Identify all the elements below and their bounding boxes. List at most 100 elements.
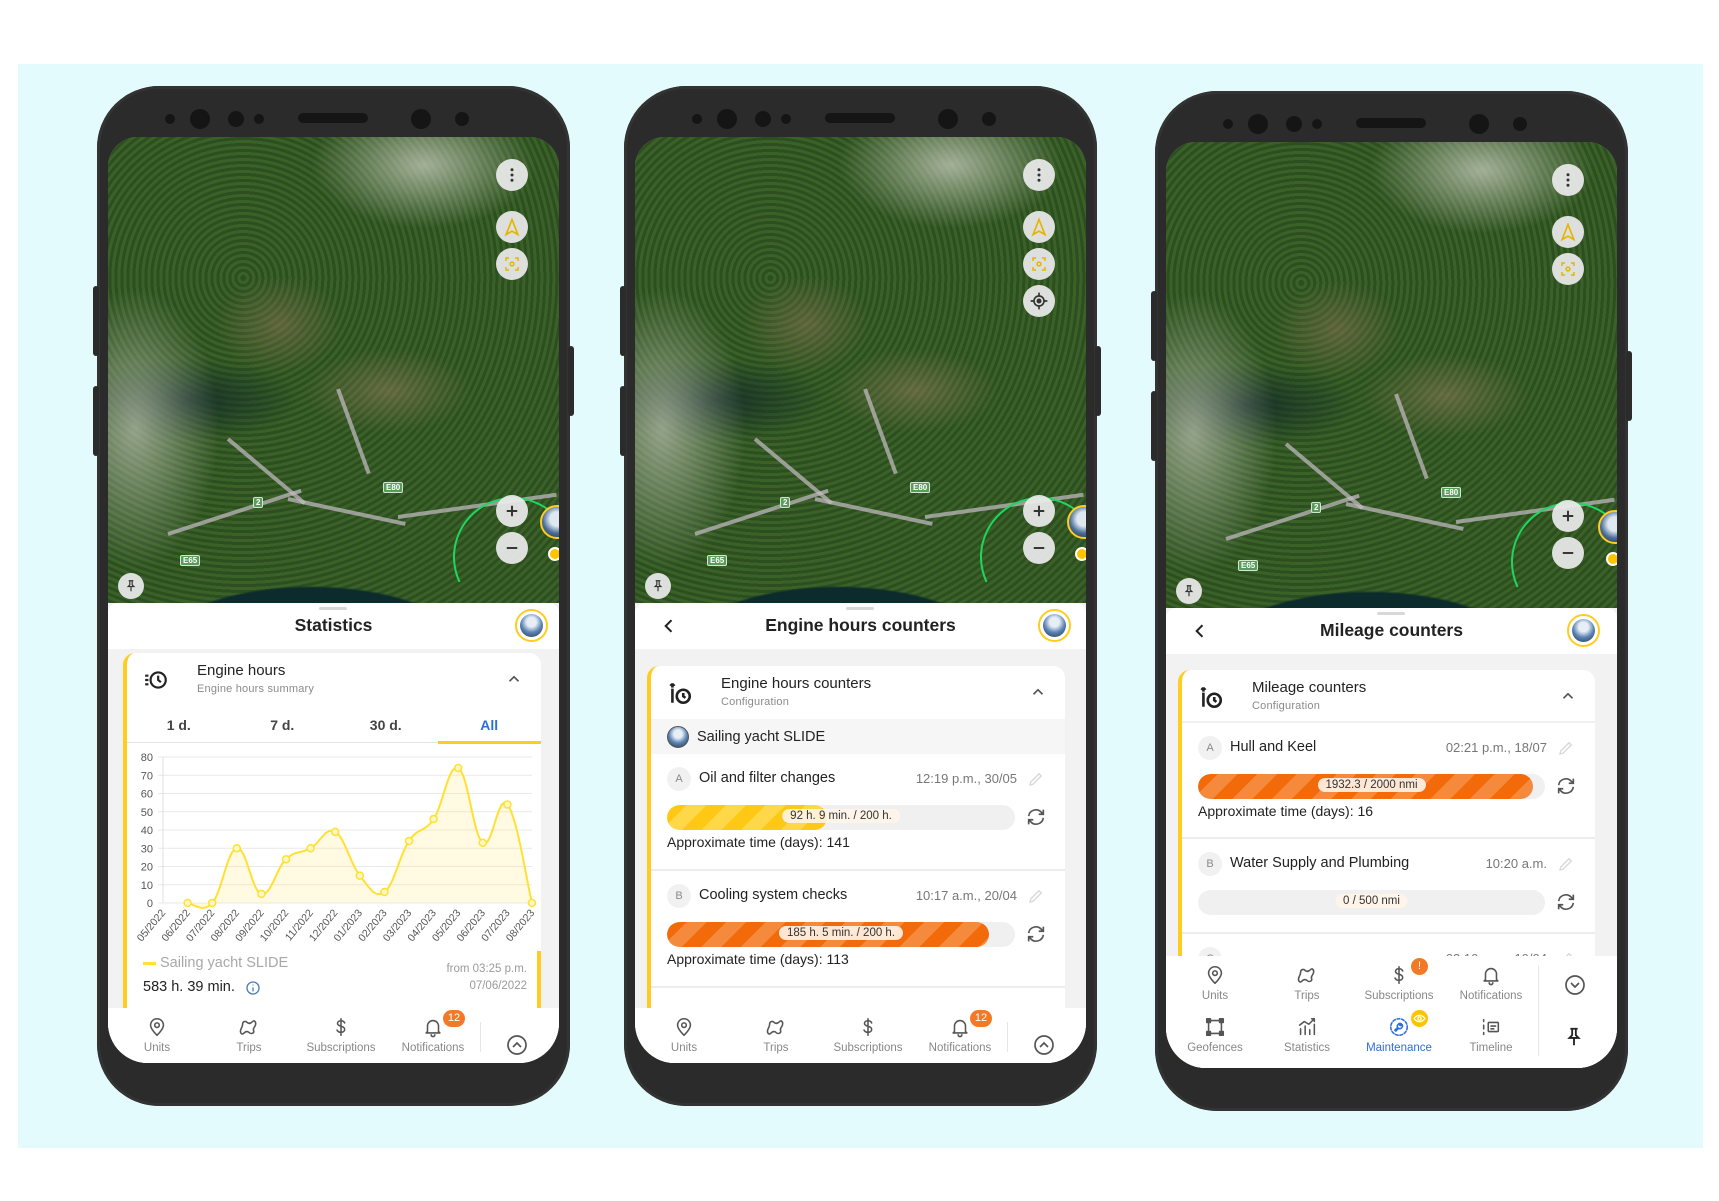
period-start-time: from 03:25 p.m. — [446, 963, 527, 975]
nav-item-trips[interactable]: Trips — [203, 1016, 295, 1054]
nav-item-timeline[interactable]: Timeline — [1445, 1016, 1537, 1054]
chevron-up-icon[interactable] — [1559, 687, 1577, 705]
focus-button[interactable] — [496, 248, 528, 280]
nav-item-notifications[interactable]: Notifications 12 — [387, 1010, 479, 1054]
counter-item-header[interactable]: B Water Supply and Plumbing 10:20 a.m. — [1182, 847, 1595, 881]
collapse-nav-button[interactable] — [1563, 973, 1587, 997]
drag-handle[interactable] — [1377, 612, 1405, 615]
camera-sensor — [1248, 114, 1268, 134]
unit-avatar[interactable] — [515, 609, 548, 642]
satellite-map[interactable]: E80 2 E65 — [635, 137, 1086, 634]
zoom-out-button[interactable] — [1552, 537, 1584, 569]
satellite-map[interactable]: E80 2 E65 — [108, 137, 559, 634]
pin-nav-button[interactable] — [1563, 1026, 1587, 1050]
counter-item-header[interactable]: B Cooling system checks 10:17 a.m., 20/04 — [651, 879, 1065, 913]
nav-item-subscriptions[interactable]: Subscriptions! — [1353, 958, 1445, 1002]
unit-position-dot[interactable] — [1606, 552, 1617, 566]
camera-sensor — [1469, 114, 1489, 134]
zoom-in-button[interactable] — [1552, 500, 1584, 532]
edit-counter-button[interactable] — [1027, 770, 1045, 788]
nav-item-trips[interactable]: Trips — [730, 1016, 822, 1054]
chevron-up-icon[interactable] — [1029, 683, 1047, 701]
unit-position-dot[interactable] — [1075, 547, 1086, 561]
navigation-button[interactable] — [1552, 216, 1584, 248]
navigation-button[interactable] — [496, 211, 528, 243]
unit-avatar[interactable] — [1038, 609, 1071, 642]
nav-item-trips[interactable]: Trips — [1261, 964, 1353, 1002]
pin-map-button[interactable] — [645, 573, 671, 599]
info-icon[interactable] — [245, 980, 261, 996]
bottom-navigation: Units Trips Subscriptions! Notifications Geo… — [1166, 956, 1617, 1068]
more-menu-button[interactable] — [1552, 164, 1584, 196]
focus-button[interactable] — [1023, 248, 1055, 280]
zoom-in-button[interactable] — [1023, 495, 1055, 527]
nav-item-statistics[interactable]: Statistics — [1261, 1016, 1353, 1054]
edit-counter-button[interactable] — [1557, 739, 1575, 757]
navigation-button[interactable] — [1023, 211, 1055, 243]
card-title: Engine hours — [197, 662, 286, 679]
data-point — [183, 898, 192, 908]
more-menu-button[interactable] — [496, 159, 528, 191]
data-point — [404, 836, 414, 846]
card-title: Mileage counters — [1252, 679, 1367, 696]
satellite-map[interactable]: E80 2 E65 — [1166, 142, 1617, 639]
edit-counter-button[interactable] — [1557, 855, 1575, 873]
reset-counter-button[interactable] — [1025, 923, 1047, 945]
nav-item-notifications[interactable]: Notifications 12 — [914, 1010, 1006, 1054]
reset-counter-button[interactable] — [1555, 891, 1577, 913]
nav-item-units[interactable]: Units — [1169, 964, 1261, 1002]
nav-item-subscriptions[interactable]: Subscriptions — [822, 1016, 914, 1054]
map-road — [1284, 442, 1364, 510]
card-header[interactable]: Engine hours Engine hours summary — [127, 653, 541, 706]
counter-item-header[interactable]: A Hull and Keel 02:21 p.m., 18/07 — [1182, 731, 1595, 765]
volume-button — [1151, 391, 1157, 461]
more-menu-button[interactable] — [1023, 159, 1055, 191]
nav-item-units[interactable]: Units — [638, 1016, 730, 1054]
my-location-button[interactable] — [1023, 285, 1055, 317]
power-button — [568, 346, 574, 416]
camera-sensor — [1513, 117, 1527, 131]
drag-handle[interactable] — [319, 607, 347, 610]
counter-item: A Oil and filter changes 12:19 p.m., 30/05… — [651, 754, 1065, 871]
reset-counter-button[interactable] — [1025, 806, 1047, 828]
zoom-in-button[interactable] — [496, 495, 528, 527]
edit-counter-button[interactable] — [1027, 887, 1045, 905]
unit-position-dot[interactable] — [548, 547, 559, 561]
nav-item-subscriptions[interactable]: Subscriptions — [295, 1016, 387, 1054]
dollar-icon — [863, 1017, 873, 1037]
counter-last-reset-time: 10:20 a.m. — [1485, 856, 1547, 871]
counter-item-header[interactable]: A Oil and filter changes 12:19 p.m., 30/05 — [651, 762, 1065, 796]
nav-item-label: Units — [143, 1042, 171, 1054]
sheet-header: Engine hours counters — [635, 603, 1086, 649]
card-header[interactable]: Mileage counters Configuration — [1182, 670, 1595, 723]
zoom-out-button[interactable] — [1023, 532, 1055, 564]
map-pin-icon — [1207, 965, 1223, 985]
camera-sensor — [455, 112, 469, 126]
road-label: E80 — [383, 482, 404, 493]
engine-hours-chart: 0102030405060708005/202206/202207/202208… — [135, 752, 538, 944]
counter-last-reset-time: 12:19 p.m., 30/05 — [915, 771, 1017, 786]
refresh-icon — [1557, 894, 1575, 910]
nav-item-maintenance[interactable]: Maintenance — [1353, 1010, 1445, 1054]
progress-label: 0 / 500 nmi — [1335, 894, 1408, 908]
focus-button[interactable] — [1552, 253, 1584, 285]
nav-item-geofences[interactable]: Geofences — [1169, 1016, 1261, 1054]
nav-item-notifications[interactable]: Notifications — [1445, 964, 1537, 1002]
reset-counter-button[interactable] — [1555, 775, 1577, 797]
expand-nav-button[interactable] — [1032, 1033, 1056, 1057]
pin-map-button[interactable] — [118, 573, 144, 599]
unit-avatar[interactable] — [1567, 614, 1600, 647]
chevron-up-icon[interactable] — [505, 670, 523, 688]
unit-row[interactable]: Sailing yacht SLIDE — [651, 719, 1065, 754]
bell-icon — [952, 1019, 968, 1038]
card-header[interactable]: Engine hours counters Configuration — [651, 666, 1065, 719]
nav-item-units[interactable]: Units — [111, 1016, 203, 1054]
zoom-out-button[interactable] — [496, 532, 528, 564]
counter-name: Hull and Keel — [1230, 739, 1317, 755]
drag-handle[interactable] — [846, 607, 874, 610]
card-subtitle: Configuration — [1252, 700, 1321, 712]
nav-divider — [480, 1022, 481, 1052]
crosshair-icon — [1030, 292, 1048, 310]
expand-nav-button[interactable] — [505, 1033, 529, 1057]
pin-map-button[interactable] — [1176, 578, 1202, 604]
